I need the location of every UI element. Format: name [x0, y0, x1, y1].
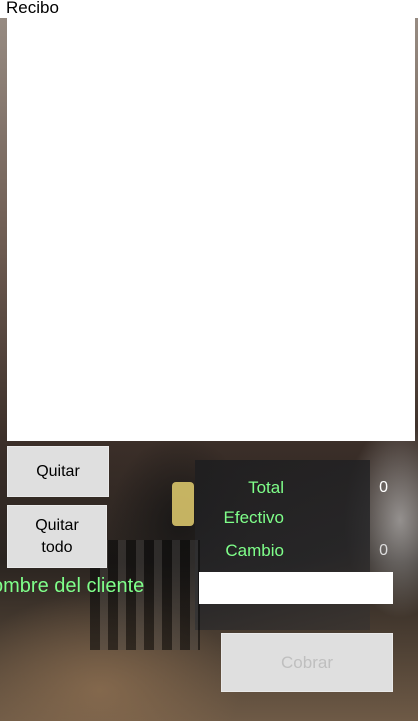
cash-label: Efectivo: [223, 508, 284, 527]
receipt-title: Recibo: [6, 0, 59, 17]
charge-button[interactable]: Cobrar: [221, 633, 393, 692]
change-label: Cambio: [225, 541, 284, 560]
customer-name-input[interactable]: [199, 572, 393, 604]
change-value: 0: [379, 542, 388, 559]
background-bottle: [172, 482, 194, 526]
title-strip: [0, 0, 418, 18]
customer-name-label: ombre del cliente: [0, 575, 145, 597]
remove-all-button[interactable]: Quitar todo: [7, 505, 107, 568]
receipt-text-area[interactable]: [7, 18, 415, 441]
remove-button[interactable]: Quitar: [7, 446, 109, 497]
total-label: Total: [248, 478, 284, 497]
total-value: 0: [379, 479, 388, 496]
